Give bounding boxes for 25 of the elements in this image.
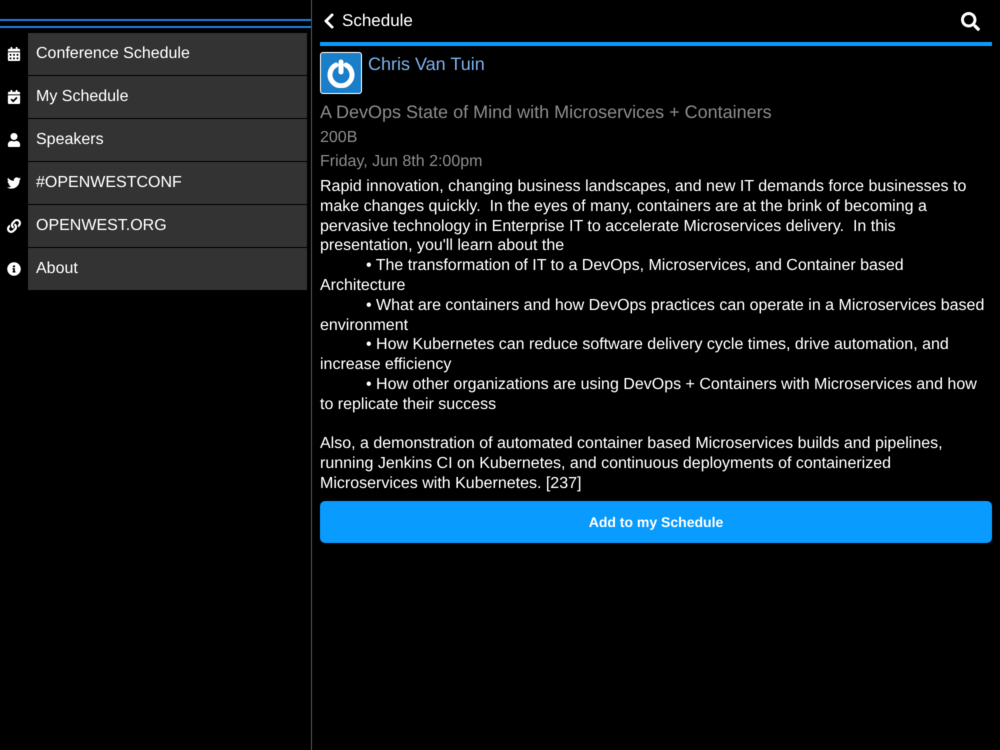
bullet-point: • What are containers and how DevOps practices can operate in a Microservices based environment (320, 296, 986, 336)
speaker-name[interactable]: Chris Van Tuin (368, 54, 485, 75)
description-paragraph: Also, a demonstration of automated container based Microservices builds and pipelines, running Jenkins CI on Kubernetes, and continuous deployments of containerized Microservices with Kubernetes. [237] (320, 434, 944, 494)
session-title: A DevOps State of Mind with Microservices + Containers (320, 102, 773, 123)
calendar-check-icon (7, 90, 21, 104)
back-button[interactable]: Schedule (320, 11, 413, 31)
bullet-point: • The transformation of IT to a DevOps, Microservices, and Container based Architecture (320, 256, 905, 296)
calendar-icon (7, 47, 21, 61)
menu-item[interactable]: My Schedule (28, 76, 307, 118)
info-icon (7, 262, 21, 276)
menu-item[interactable]: Speakers (28, 119, 307, 161)
session-time: Friday, Jun 8th 2:00pm (320, 153, 484, 171)
bullet-point: • How other organizations are using DevOps + Containers with Microservices and how to replicate their success (320, 374, 978, 415)
power-icon (326, 58, 356, 88)
menu-item[interactable]: About (28, 248, 307, 290)
menu-item[interactable]: OPENWEST.ORG (28, 205, 307, 247)
bird-icon (7, 176, 21, 190)
menu-item[interactable]: #OPENWESTCONF (28, 162, 307, 204)
menu-item[interactable]: Conference Schedule (28, 33, 307, 75)
person-icon (7, 133, 21, 147)
bullet-point: • How Kubernetes can reduce software delivery cycle times, drive automation, and increase efficiency (320, 335, 950, 375)
description-paragraph: Rapid innovation, changing business landscapes, and new IT demands force businesses to make changes quickly. In the eyes of many, containers are at the brink of becoming a pervasive technology in Enterprise IT to accelerate Microservices delivery. In this presentation, you'll learn about the (320, 177, 968, 256)
link-icon (7, 219, 21, 233)
search-icon[interactable] (961, 12, 980, 30)
session-room: 200B (320, 129, 358, 147)
